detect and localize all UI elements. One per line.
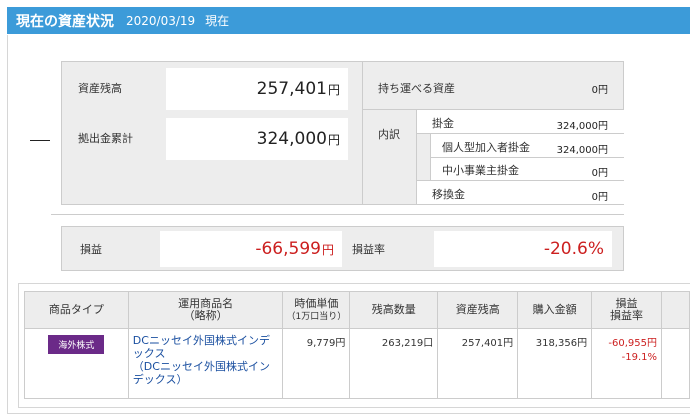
profit-value: -66,599 — [255, 239, 321, 259]
section-divider — [51, 214, 624, 215]
asset-left-block: 資産残高 257,401 円 拠出金累計 324,000 円 — [62, 62, 363, 204]
table-row: 海外株式 DCニッセイ外国株式インデックス （DCニッセイ外国株式インデックス）… — [24, 328, 690, 399]
profit-rate-value: -20.6% — [543, 239, 604, 259]
individual-contrib-label: 個人型加入者掛金 — [442, 141, 530, 154]
cell-qty: 263,219口 — [349, 328, 439, 399]
sme-contrib-label: 中小事業主掛金 — [442, 164, 519, 177]
col-header-pl: 損益 損益率 — [591, 291, 662, 329]
as-of-now-label: 現在 — [205, 14, 230, 28]
profit-summary-box: 損益 -66,599 円 損益率 -20.6% — [61, 226, 624, 271]
cell-extra — [661, 328, 690, 399]
kakekin-label: 掛金 — [432, 117, 454, 130]
contrib-total-value-box: 324,000 円 — [166, 118, 348, 160]
section-title: 現在の資産状況 — [16, 13, 114, 30]
col-header-extra — [661, 291, 690, 329]
category-badge: 海外株式 — [48, 335, 105, 354]
table-header-row: 商品タイプ 運用商品名 （略称） 時価単価 （1万口当り） 残高数量 資産残高 購入… — [24, 291, 690, 329]
cell-purchase: 318,356円 — [517, 328, 593, 399]
pl-rate: -19.1% — [621, 352, 657, 363]
col-header-pl-rate: 損益率 — [610, 309, 644, 322]
asset-summary-box: 資産残高 257,401 円 拠出金累計 324,000 円 持ち運べる資産 0円 … — [61, 61, 624, 205]
col-header-qty: 残高数量 — [349, 291, 439, 329]
kakekin-value: 324,000円 — [556, 121, 608, 132]
col-header-price-main: 時価単価 — [294, 296, 339, 310]
breakdown-label: 内訳 — [378, 128, 400, 141]
profit-rate-value-box: -20.6% — [434, 231, 612, 267]
profit-rate-label: 損益率 — [352, 243, 385, 256]
section-header: 現在の資産状況 2020/03/19 現在 — [7, 7, 690, 34]
asset-balance-unit: 円 — [327, 82, 340, 97]
asset-balance-value: 257,401 — [256, 79, 327, 99]
transfer-label: 移換金 — [432, 188, 465, 201]
pl-amount: -60,955円 — [608, 338, 657, 349]
transfer-value: 0円 — [591, 192, 608, 203]
individual-contrib-value: 324,000円 — [556, 145, 608, 156]
col-header-type: 商品タイプ — [24, 291, 129, 329]
cell-pl: -60,955円 -19.1% — [591, 328, 662, 399]
as-of-date: 2020/03/19 — [126, 13, 196, 28]
col-header-purchase: 購入金額 — [517, 291, 593, 329]
cell-type: 海外株式 — [24, 328, 129, 399]
product-short-name-link[interactable]: （DCニッセイ外国株式インデックス） — [133, 360, 279, 386]
contrib-total-value: 324,000 — [256, 129, 327, 149]
asset-balance-value-box: 257,401 円 — [166, 68, 348, 110]
contrib-total-unit: 円 — [327, 132, 340, 147]
profit-value-box: -66,599 円 — [160, 231, 342, 267]
cell-balance: 257,401円 — [437, 328, 519, 399]
holdings-table: 商品タイプ 運用商品名 （略称） 時価単価 （1万口当り） 残高数量 資産残高 購入… — [24, 291, 690, 399]
asset-balance-label: 資産残高 — [78, 82, 122, 95]
minus-icon — [30, 140, 50, 141]
cell-price: 9,779円 — [282, 328, 351, 399]
profit-label: 損益 — [80, 243, 102, 256]
col-header-balance: 資産残高 — [437, 291, 519, 329]
col-header-price: 時価単価 （1万口当り） — [282, 291, 351, 329]
col-header-product: 運用商品名 （略称） — [127, 291, 284, 329]
profit-unit: 円 — [321, 242, 334, 257]
contrib-total-label: 拠出金累計 — [78, 132, 133, 145]
cell-product: DCニッセイ外国株式インデックス （DCニッセイ外国株式インデックス） — [127, 328, 284, 399]
product-name-link[interactable]: DCニッセイ外国株式インデックス — [133, 334, 279, 360]
portable-assets-label: 持ち運べる資産 — [378, 82, 455, 95]
sme-contrib-value: 0円 — [591, 168, 608, 179]
portable-assets-value: 0円 — [591, 85, 608, 96]
col-header-product-short: （略称） — [183, 309, 228, 322]
col-header-price-unit: （1万口当り） — [286, 311, 347, 322]
